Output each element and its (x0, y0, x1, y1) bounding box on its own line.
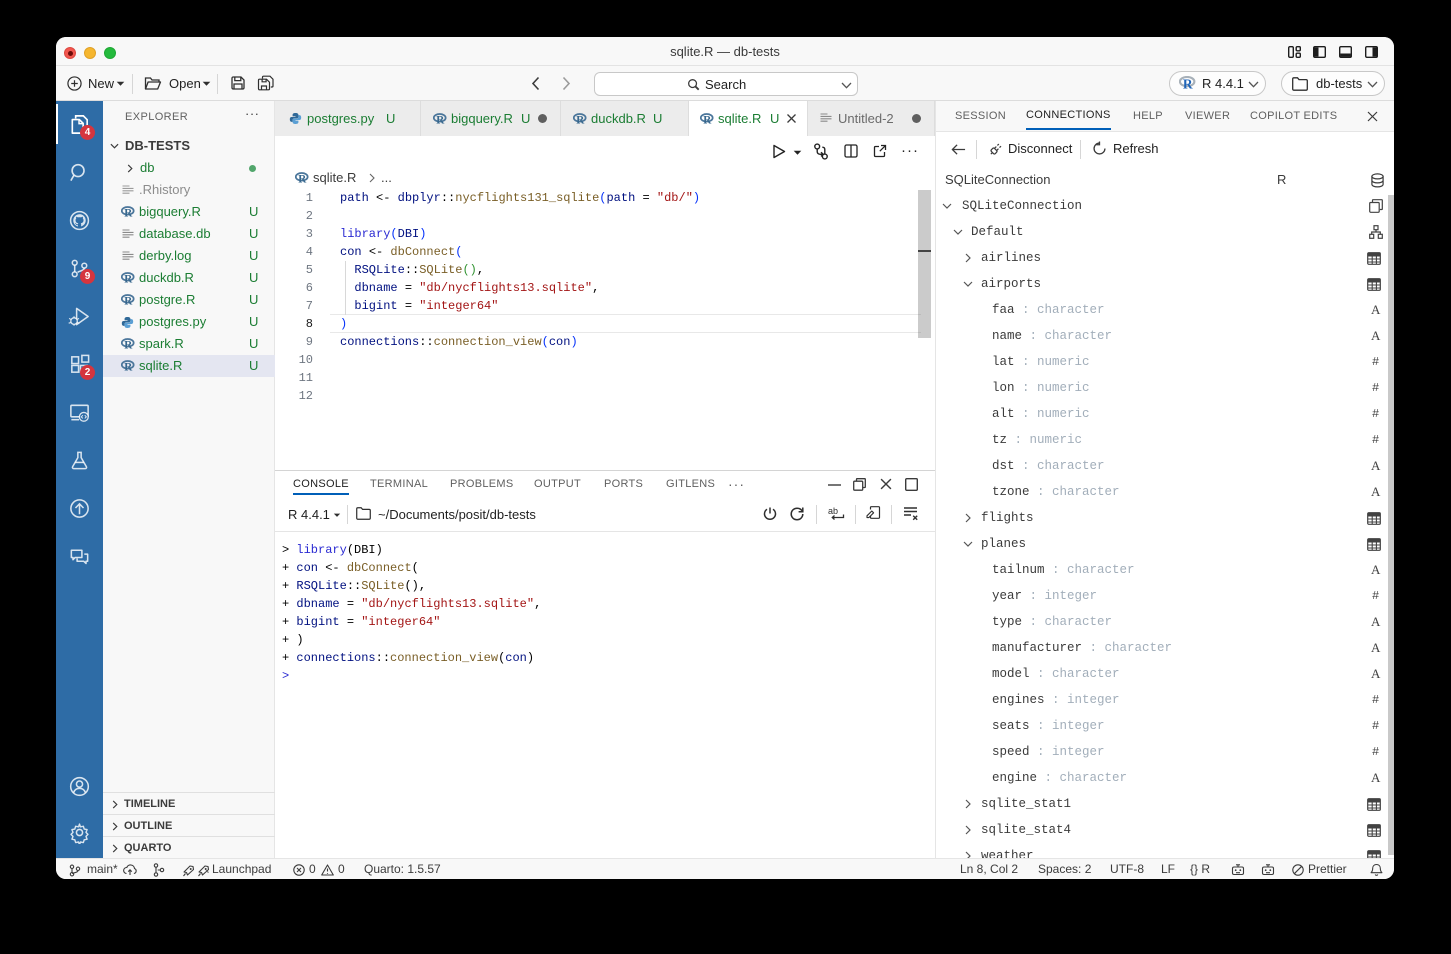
svg-text:R: R (436, 115, 445, 125)
svg-text:R: R (124, 208, 133, 218)
svg-text:R: R (124, 362, 133, 372)
svg-text:R: R (124, 274, 133, 284)
svg-text:ab: ab (828, 506, 838, 516)
svg-text:R: R (576, 115, 585, 125)
svg-text:R: R (703, 115, 712, 125)
svg-text:R: R (124, 340, 133, 350)
svg-text:R: R (298, 174, 307, 184)
svg-text:R: R (124, 296, 133, 306)
svg-text:R: R (1183, 77, 1193, 90)
